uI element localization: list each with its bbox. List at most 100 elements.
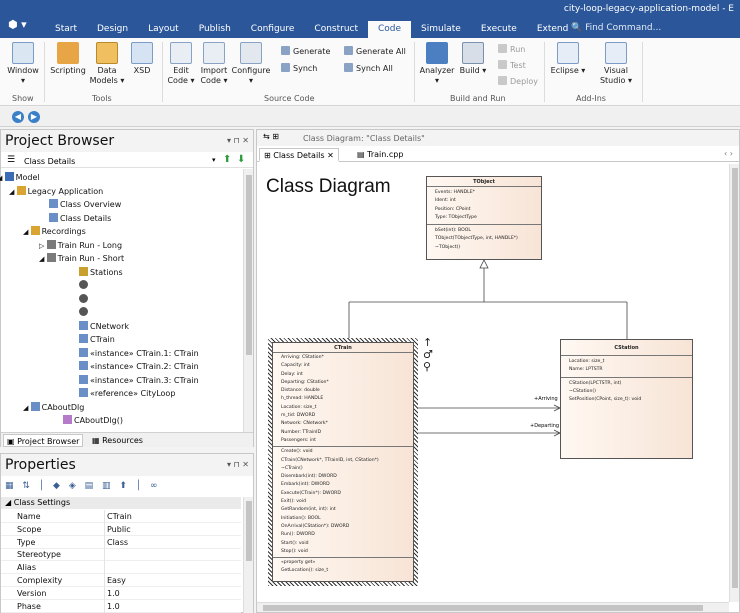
tree-scrollbar[interactable] [243, 169, 253, 434]
tab-construct[interactable]: Construct [304, 21, 368, 38]
section-class-settings[interactable]: ◢ Class Settings [1, 497, 241, 509]
tab-simulate[interactable]: Simulate [411, 21, 471, 38]
tab-execute[interactable]: Execute [471, 21, 527, 38]
node-dot-icon [79, 293, 88, 303]
diagram-horizontal-scrollbar[interactable] [257, 602, 729, 612]
dropdown-icon[interactable]: ▾ [212, 156, 216, 164]
tab-configure[interactable]: Configure [241, 21, 305, 38]
tree-item-label: «instance» CTrain.2: CTrain [90, 362, 199, 371]
tree-item[interactable]: ◢ Train Run - Short [39, 252, 124, 265]
tree-item[interactable]: CNetwork [79, 320, 129, 333]
tree-item[interactable]: CAboutDlg() [63, 414, 123, 427]
tree-item[interactable] [79, 279, 90, 292]
element-icon [30, 226, 40, 235]
tree-item[interactable]: ◢ Recordings [23, 225, 86, 238]
scrollbar-thumb[interactable] [246, 175, 252, 355]
synch-all-button[interactable]: Synch All [344, 63, 393, 74]
class-tobject[interactable]: TObject Events: HANDLE* Ident: int Positio… [426, 176, 542, 260]
tree-item[interactable]: Class Details [49, 212, 111, 225]
tab-code[interactable]: Code [368, 21, 412, 38]
app-menu-icon[interactable]: ⬢ ▾ [8, 18, 27, 31]
expander-icon[interactable]: ◢ [39, 255, 47, 263]
window-button[interactable]: Window ▾ [6, 42, 40, 86]
tree-item[interactable]: CTrain [79, 333, 115, 346]
tab-project-browser[interactable]: ▣ Project Browser [3, 434, 84, 447]
analyzer-button[interactable]: Analyzer ▾ [418, 42, 456, 86]
tab-resources[interactable]: ▦ Resources [89, 434, 146, 447]
class-cstation[interactable]: CStation Location: size_t Name: LPTSTR CS… [560, 339, 693, 459]
scripting-button[interactable]: Scripting [49, 42, 87, 76]
import-code-icon [203, 42, 225, 64]
property-row[interactable]: Stereotype [1, 548, 241, 562]
move-up-icon[interactable]: ⬆ [223, 154, 231, 165]
tree-item[interactable]: Class Overview [49, 198, 121, 211]
properties-toolbar[interactable]: ▦ ⇅ │ ◆ ◈ ▤ ▥ ⬆ │ ∞ [5, 481, 161, 491]
panel-controls-icon[interactable]: ▾ ⊓ ✕ [227, 136, 249, 145]
panel-controls-icon[interactable]: ▾ ⊓ ✕ [227, 460, 249, 469]
quick-link-search-icon[interactable]: ⚲ [423, 361, 433, 373]
back-arrow-icon[interactable]: ◀ [12, 111, 24, 123]
expander-icon[interactable]: ◢ [9, 188, 17, 196]
menu-icon[interactable]: ☰ [7, 155, 15, 165]
property-value[interactable] [104, 561, 107, 575]
property-value[interactable]: 1.0 [104, 586, 120, 600]
tree-item[interactable] [79, 293, 90, 306]
tab-design[interactable]: Design [87, 21, 138, 38]
property-value[interactable]: Class [104, 535, 128, 549]
class-ctrain[interactable]: CTrain Arriving: CStation* Capacity: int D… [272, 342, 414, 582]
property-value[interactable]: Public [104, 522, 131, 536]
property-row[interactable]: Phase 1.0 [1, 599, 241, 613]
generate-button[interactable]: Generate [281, 46, 330, 57]
test-button[interactable]: Test [498, 60, 526, 71]
configure-button[interactable]: Configure ▾ [231, 42, 271, 86]
deploy-button[interactable]: Deploy [498, 76, 538, 87]
scrollbar-thumb[interactable] [246, 501, 252, 561]
tree-item[interactable]: «reference» CityLoop [79, 387, 175, 400]
tab-publish[interactable]: Publish [189, 21, 241, 38]
property-row[interactable]: Name CTrain [1, 510, 241, 523]
tree-item[interactable]: «instance» CTrain.3: CTrain [79, 374, 199, 387]
tree-item[interactable]: Stations [79, 266, 123, 279]
diagram-vertical-scrollbar[interactable] [729, 164, 739, 602]
tab-start[interactable]: Start [45, 21, 87, 38]
generate-all-button[interactable]: Generate All [344, 46, 406, 57]
class-member: Type: TObjectType [435, 214, 477, 220]
property-row[interactable]: Complexity Easy [1, 574, 241, 587]
build-button[interactable]: Build ▾ [458, 42, 488, 76]
property-value[interactable] [104, 548, 107, 562]
property-row[interactable]: Scope Public [1, 522, 241, 536]
quick-link-tools[interactable]: ↑ ♂ ⚲ [423, 337, 433, 373]
property-value[interactable]: Easy [104, 574, 126, 587]
expander-icon[interactable]: ◢ [23, 404, 31, 412]
property-row[interactable]: Version 1.0 [1, 586, 241, 600]
xsd-button[interactable]: XSD [128, 42, 156, 76]
properties-scrollbar[interactable] [243, 497, 253, 613]
eclipse-button[interactable]: Eclipse ▾ [550, 42, 586, 76]
expander-icon[interactable]: ◢ [23, 228, 31, 236]
expander-icon[interactable]: ▷ [39, 242, 47, 250]
tree-item[interactable]: ◢ Legacy Application [9, 185, 103, 198]
visual-studio-button[interactable]: Visual Studio ▾ [596, 42, 636, 86]
deploy-label: Deploy [510, 77, 539, 86]
synch-button[interactable]: Synch [281, 63, 317, 74]
import-code-button[interactable]: Import Code ▾ [198, 42, 230, 86]
tree-item[interactable]: ◢ Model [0, 171, 40, 184]
tree-item[interactable]: ▷ Train Run - Long [39, 239, 122, 252]
property-row[interactable]: Alias [1, 561, 241, 575]
tree-item[interactable]: «instance» CTrain.1: CTrain [79, 347, 199, 360]
property-value[interactable]: CTrain [104, 510, 132, 523]
move-down-icon[interactable]: ⬇ [237, 154, 245, 165]
tree-item[interactable]: «instance» CTrain.2: CTrain [79, 360, 199, 373]
scrollbar-thumb[interactable] [263, 605, 703, 611]
property-row[interactable]: Type Class [1, 535, 241, 549]
run-button[interactable]: Run [498, 44, 525, 55]
data-models-button[interactable]: Data Models ▾ [88, 42, 126, 86]
tab-layout[interactable]: Layout [138, 21, 189, 38]
find-command-search[interactable]: 🔍 Find Command... [571, 23, 661, 33]
property-value[interactable]: 1.0 [104, 599, 120, 613]
tree-item[interactable]: ◢ CAboutDlg [23, 401, 84, 414]
tree-item[interactable] [79, 306, 90, 319]
edit-code-button[interactable]: Edit Code ▾ [166, 42, 196, 86]
scrollbar-thumb[interactable] [732, 168, 738, 588]
forward-arrow-icon[interactable]: ▶ [28, 111, 40, 123]
